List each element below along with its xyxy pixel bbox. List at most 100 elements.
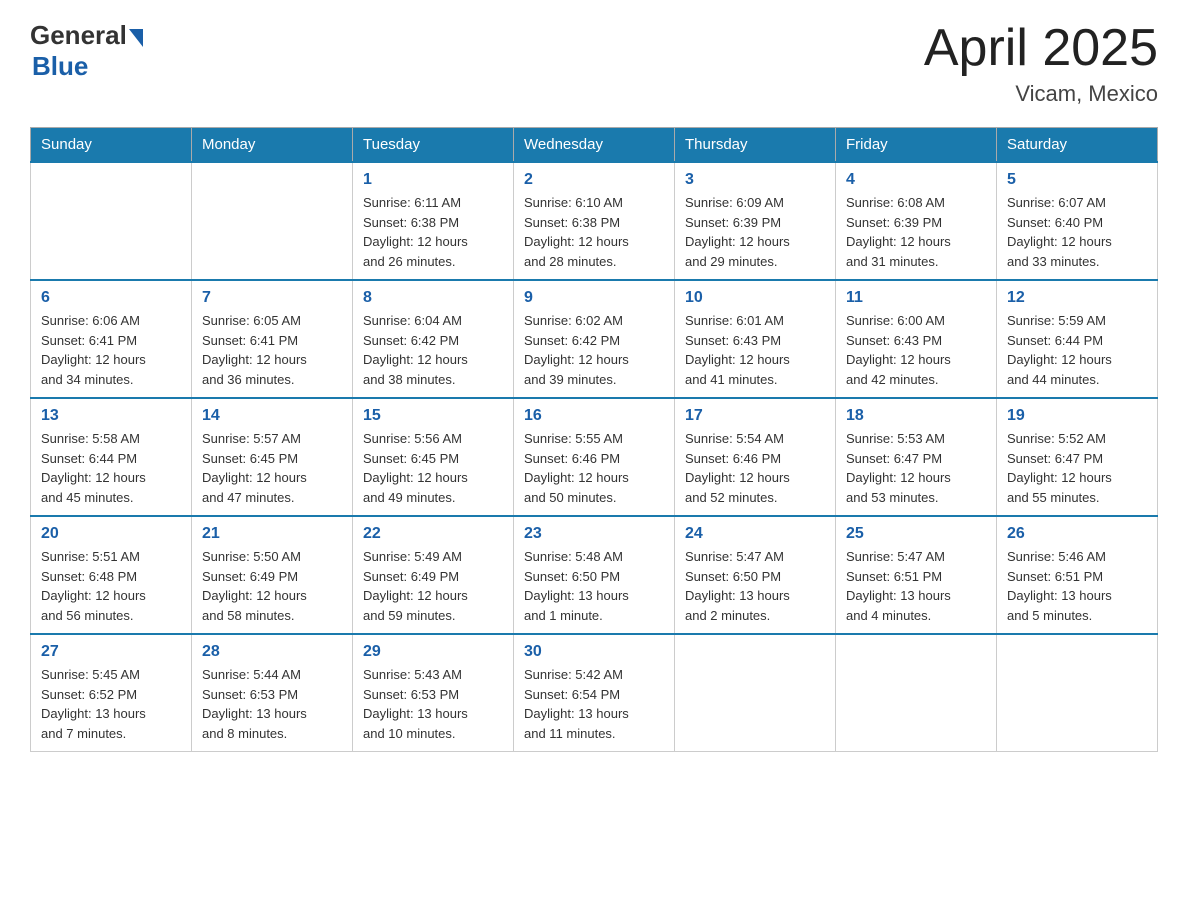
week-row: 6 Sunrise: 6:06 AMSunset: 6:41 PMDaylight… <box>31 280 1158 398</box>
day-sun-info: Sunrise: 5:56 AMSunset: 6:45 PMDaylight:… <box>363 429 503 507</box>
calendar-cell <box>675 634 836 752</box>
calendar-cell: 25 Sunrise: 5:47 AMSunset: 6:51 PMDayligh… <box>836 516 997 634</box>
calendar-cell <box>997 634 1158 752</box>
day-of-week-header: Monday <box>192 128 353 163</box>
day-sun-info: Sunrise: 5:48 AMSunset: 6:50 PMDaylight:… <box>524 547 664 625</box>
day-sun-info: Sunrise: 5:50 AMSunset: 6:49 PMDaylight:… <box>202 547 342 625</box>
day-sun-info: Sunrise: 6:00 AMSunset: 6:43 PMDaylight:… <box>846 311 986 389</box>
day-of-week-header: Thursday <box>675 128 836 163</box>
day-sun-info: Sunrise: 6:06 AMSunset: 6:41 PMDaylight:… <box>41 311 181 389</box>
day-number: 30 <box>524 643 664 661</box>
calendar-cell: 12 Sunrise: 5:59 AMSunset: 6:44 PMDayligh… <box>997 280 1158 398</box>
day-of-week-header: Saturday <box>997 128 1158 163</box>
day-number: 27 <box>41 643 181 661</box>
day-number: 8 <box>363 289 503 307</box>
calendar-cell: 28Sunrise: 5:44 AMSunset: 6:53 PMDayligh… <box>192 634 353 752</box>
day-sun-info: Sunrise: 6:11 AMSunset: 6:38 PMDaylight:… <box>363 193 503 271</box>
week-row: 1 Sunrise: 6:11 AMSunset: 6:38 PMDaylight… <box>31 162 1158 280</box>
calendar-location: Vicam, Mexico <box>924 81 1158 107</box>
day-number: 14 <box>202 407 342 425</box>
calendar-cell: 1 Sunrise: 6:11 AMSunset: 6:38 PMDaylight… <box>353 162 514 280</box>
day-number: 10 <box>685 289 825 307</box>
calendar-cell <box>836 634 997 752</box>
day-number: 12 <box>1007 289 1147 307</box>
day-sun-info: Sunrise: 5:47 AMSunset: 6:51 PMDaylight:… <box>846 547 986 625</box>
day-number: 25 <box>846 525 986 543</box>
day-sun-info: Sunrise: 5:49 AMSunset: 6:49 PMDaylight:… <box>363 547 503 625</box>
logo-blue-text: Blue <box>32 51 88 82</box>
calendar-cell: 21Sunrise: 5:50 AMSunset: 6:49 PMDayligh… <box>192 516 353 634</box>
calendar-cell: 19Sunrise: 5:52 AMSunset: 6:47 PMDayligh… <box>997 398 1158 516</box>
calendar-cell: 30 Sunrise: 5:42 AMSunset: 6:54 PMDayligh… <box>514 634 675 752</box>
day-number: 20 <box>41 525 181 543</box>
logo: General Blue <box>30 20 143 82</box>
day-sun-info: Sunrise: 5:59 AMSunset: 6:44 PMDaylight:… <box>1007 311 1147 389</box>
calendar-cell: 29 Sunrise: 5:43 AMSunset: 6:53 PMDayligh… <box>353 634 514 752</box>
day-number: 13 <box>41 407 181 425</box>
calendar-cell: 23 Sunrise: 5:48 AMSunset: 6:50 PMDayligh… <box>514 516 675 634</box>
calendar-cell: 20 Sunrise: 5:51 AMSunset: 6:48 PMDayligh… <box>31 516 192 634</box>
calendar-cell: 11 Sunrise: 6:00 AMSunset: 6:43 PMDayligh… <box>836 280 997 398</box>
day-number: 15 <box>363 407 503 425</box>
calendar-cell: 7 Sunrise: 6:05 AMSunset: 6:41 PMDaylight… <box>192 280 353 398</box>
day-number: 22 <box>363 525 503 543</box>
day-sun-info: Sunrise: 5:42 AMSunset: 6:54 PMDaylight:… <box>524 665 664 743</box>
day-sun-info: Sunrise: 6:10 AMSunset: 6:38 PMDaylight:… <box>524 193 664 271</box>
calendar-cell: 10 Sunrise: 6:01 AMSunset: 6:43 PMDayligh… <box>675 280 836 398</box>
calendar-cell: 6 Sunrise: 6:06 AMSunset: 6:41 PMDaylight… <box>31 280 192 398</box>
day-sun-info: Sunrise: 5:55 AMSunset: 6:46 PMDaylight:… <box>524 429 664 507</box>
day-number: 24 <box>685 525 825 543</box>
page-header: General Blue April 2025 Vicam, Mexico <box>30 20 1158 107</box>
day-number: 6 <box>41 289 181 307</box>
day-of-week-header: Sunday <box>31 128 192 163</box>
day-number: 5 <box>1007 171 1147 189</box>
calendar-header-row: SundayMondayTuesdayWednesdayThursdayFrid… <box>31 128 1158 163</box>
calendar-cell: 14 Sunrise: 5:57 AMSunset: 6:45 PMDayligh… <box>192 398 353 516</box>
day-sun-info: Sunrise: 5:45 AMSunset: 6:52 PMDaylight:… <box>41 665 181 743</box>
calendar-cell: 26Sunrise: 5:46 AMSunset: 6:51 PMDayligh… <box>997 516 1158 634</box>
day-sun-info: Sunrise: 6:01 AMSunset: 6:43 PMDaylight:… <box>685 311 825 389</box>
day-number: 3 <box>685 171 825 189</box>
week-row: 20 Sunrise: 5:51 AMSunset: 6:48 PMDayligh… <box>31 516 1158 634</box>
title-block: April 2025 Vicam, Mexico <box>924 20 1158 107</box>
day-sun-info: Sunrise: 5:58 AMSunset: 6:44 PMDaylight:… <box>41 429 181 507</box>
day-number: 1 <box>363 171 503 189</box>
day-sun-info: Sunrise: 5:44 AMSunset: 6:53 PMDaylight:… <box>202 665 342 743</box>
day-number: 7 <box>202 289 342 307</box>
calendar-cell: 2 Sunrise: 6:10 AMSunset: 6:38 PMDaylight… <box>514 162 675 280</box>
day-sun-info: Sunrise: 6:08 AMSunset: 6:39 PMDaylight:… <box>846 193 986 271</box>
day-of-week-header: Tuesday <box>353 128 514 163</box>
calendar-cell: 18 Sunrise: 5:53 AMSunset: 6:47 PMDayligh… <box>836 398 997 516</box>
day-number: 2 <box>524 171 664 189</box>
day-number: 23 <box>524 525 664 543</box>
day-number: 18 <box>846 407 986 425</box>
calendar-cell: 3 Sunrise: 6:09 AMSunset: 6:39 PMDaylight… <box>675 162 836 280</box>
day-sun-info: Sunrise: 5:43 AMSunset: 6:53 PMDaylight:… <box>363 665 503 743</box>
day-of-week-header: Wednesday <box>514 128 675 163</box>
day-number: 4 <box>846 171 986 189</box>
logo-general-text: General <box>30 20 127 51</box>
calendar-title: April 2025 <box>924 20 1158 77</box>
calendar-cell: 27 Sunrise: 5:45 AMSunset: 6:52 PMDayligh… <box>31 634 192 752</box>
day-sun-info: Sunrise: 6:09 AMSunset: 6:39 PMDaylight:… <box>685 193 825 271</box>
day-of-week-header: Friday <box>836 128 997 163</box>
day-number: 17 <box>685 407 825 425</box>
day-number: 26 <box>1007 525 1147 543</box>
day-sun-info: Sunrise: 5:57 AMSunset: 6:45 PMDaylight:… <box>202 429 342 507</box>
day-sun-info: Sunrise: 6:04 AMSunset: 6:42 PMDaylight:… <box>363 311 503 389</box>
day-sun-info: Sunrise: 6:05 AMSunset: 6:41 PMDaylight:… <box>202 311 342 389</box>
day-sun-info: Sunrise: 6:02 AMSunset: 6:42 PMDaylight:… <box>524 311 664 389</box>
day-number: 29 <box>363 643 503 661</box>
day-number: 11 <box>846 289 986 307</box>
calendar-cell: 5Sunrise: 6:07 AMSunset: 6:40 PMDaylight… <box>997 162 1158 280</box>
day-sun-info: Sunrise: 5:51 AMSunset: 6:48 PMDaylight:… <box>41 547 181 625</box>
day-sun-info: Sunrise: 5:52 AMSunset: 6:47 PMDaylight:… <box>1007 429 1147 507</box>
day-number: 9 <box>524 289 664 307</box>
calendar-cell <box>192 162 353 280</box>
day-number: 16 <box>524 407 664 425</box>
calendar-cell: 22 Sunrise: 5:49 AMSunset: 6:49 PMDayligh… <box>353 516 514 634</box>
calendar-cell <box>31 162 192 280</box>
day-sun-info: Sunrise: 5:53 AMSunset: 6:47 PMDaylight:… <box>846 429 986 507</box>
calendar-cell: 8 Sunrise: 6:04 AMSunset: 6:42 PMDaylight… <box>353 280 514 398</box>
day-sun-info: Sunrise: 5:54 AMSunset: 6:46 PMDaylight:… <box>685 429 825 507</box>
